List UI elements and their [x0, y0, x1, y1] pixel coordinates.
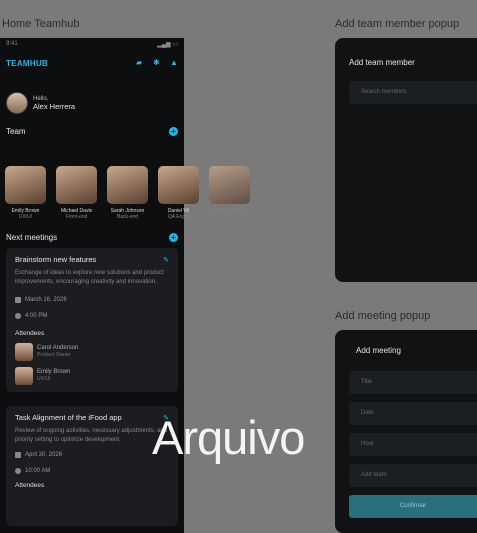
app-logo: TEAMHUB — [6, 58, 49, 68]
team-member[interactable]: Emily Brown UX/UI — [5, 166, 46, 220]
team-header: Team + — [0, 124, 184, 138]
team-title: Team — [6, 126, 26, 136]
bell-icon[interactable]: ▲ — [170, 59, 178, 67]
status-time: 9:41 — [6, 41, 18, 47]
member-photo — [107, 166, 148, 204]
add-member-popup: Add team member Search members — [335, 38, 477, 282]
clock-icon — [15, 313, 21, 319]
member-role: Product Owner — [212, 208, 247, 214]
search-members-input[interactable]: Search members — [349, 81, 477, 104]
attendee-name: Emily Brown — [37, 369, 71, 375]
team-member[interactable]: Sarah Johnson Back-end — [107, 166, 148, 220]
attendees-title: Attendees — [15, 330, 45, 337]
attendee: Emily Brown UX/UI — [15, 367, 169, 385]
meeting-date-text: April 30, 2026 — [25, 452, 63, 458]
clock-icon — [15, 468, 21, 474]
member-role: UX/UI — [18, 214, 33, 220]
meeting-card[interactable]: ✎ Brainstorm new features Exchange of id… — [6, 248, 178, 392]
member-photo — [209, 166, 250, 204]
greeting: Hello, Alex Herrera — [0, 74, 184, 124]
attendee-role: UX/UI — [37, 376, 51, 382]
attendee-photo — [15, 343, 33, 361]
frame-label-add-member: Add team member popup — [335, 18, 460, 30]
add-team-member-button[interactable]: + — [169, 126, 178, 136]
meeting-title: Brainstorm new features — [15, 255, 97, 264]
member-role: Front-end — [65, 214, 88, 220]
team-member[interactable]: Michael Davis Front-end — [56, 166, 97, 220]
signal-icon: ▂▄▆ ▭ — [157, 42, 178, 48]
attendees-title: Attendees — [15, 482, 45, 489]
popup-title: Add team member — [349, 58, 415, 67]
member-photo — [5, 166, 46, 204]
meetings-header: Next meetings + — [0, 230, 184, 244]
meeting-date: April 30, 2026 — [15, 452, 169, 458]
date-field[interactable]: Date — [349, 402, 477, 425]
frame-label-add-meeting: Add meeting popup — [335, 310, 431, 322]
chat-icon[interactable]: ▰ — [136, 59, 144, 67]
overlay-caption: Arquivo — [152, 411, 305, 464]
edit-icon[interactable]: ✎ — [163, 256, 169, 264]
meeting-description: Review of ongoing activities, necessary … — [15, 428, 168, 443]
team-member[interactable]: Product Owner — [209, 166, 250, 220]
member-role: QA Engin — [167, 214, 190, 220]
gear-icon[interactable]: ✱ — [153, 59, 161, 67]
app-bar: TEAMHUB ▰ ✱ ▲ — [0, 52, 184, 74]
meeting-date-text: March 16, 2026 — [25, 297, 67, 303]
attendee-role: Product Owner — [37, 352, 71, 358]
meeting-time-text: 10:00 AM — [25, 468, 51, 474]
avatar[interactable] — [6, 92, 28, 114]
meeting-title: Task Alignment of the iFood app — [15, 413, 122, 422]
meetings-section: Next meetings + ✎ Brainstorm new feature… — [0, 230, 184, 526]
meeting-time: 10:00 AM — [15, 468, 169, 474]
title-field[interactable]: Title — [349, 371, 477, 394]
hour-field[interactable]: Hour — [349, 433, 477, 456]
member-photo — [158, 166, 199, 204]
add-meeting-popup: Add meeting Title Date Hour Add team Con… — [335, 330, 477, 533]
meeting-time: 4:00 PM — [15, 313, 169, 319]
attendee: Carol Anderson Product Owner — [15, 343, 169, 361]
member-role: Back-end — [116, 214, 139, 220]
meeting-description: Exchange of ideas to explore new solutio… — [15, 270, 164, 285]
member-photo — [56, 166, 97, 204]
team-member[interactable]: Daniel Wi QA Engin — [158, 166, 199, 220]
calendar-icon — [15, 452, 21, 458]
attendee-photo — [15, 367, 33, 385]
confirm-button[interactable]: Confirmar — [349, 495, 477, 518]
popup-title: Add meeting — [356, 346, 401, 355]
add-meeting-button[interactable]: + — [169, 232, 178, 242]
meetings-title: Next meetings — [6, 232, 58, 242]
calendar-icon — [15, 297, 21, 303]
status-bar: 9:41 ▂▄▆ ▭ — [0, 38, 184, 52]
greeting-name: Alex Herrera — [33, 102, 76, 111]
meeting-date: March 16, 2026 — [15, 297, 169, 303]
attendee-name: Carol Anderson — [37, 345, 79, 351]
add-team-field[interactable]: Add team — [349, 464, 477, 487]
frame-label-home: Home Teamhub — [2, 18, 80, 30]
meeting-time-text: 4:00 PM — [25, 313, 48, 319]
team-list: Emily Brown UX/UI Michael Davis Front-en… — [0, 158, 270, 220]
